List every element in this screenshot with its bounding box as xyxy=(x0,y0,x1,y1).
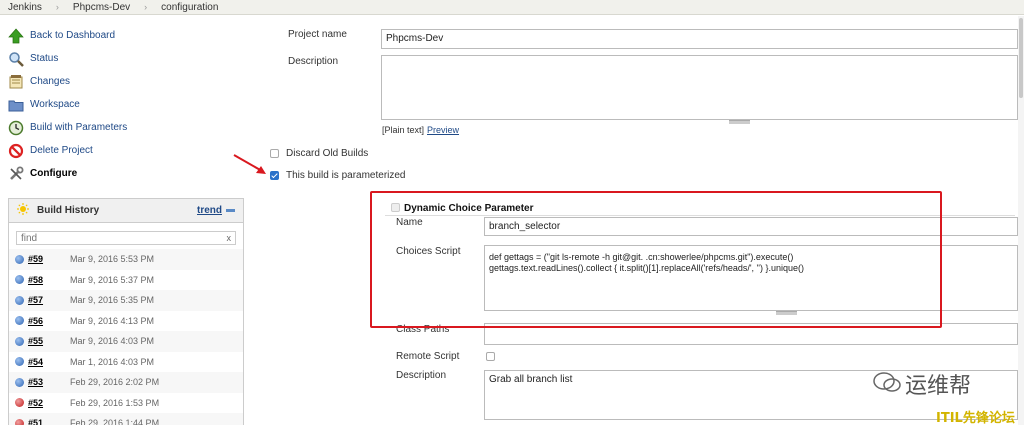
sidebar-item-label[interactable]: Workspace xyxy=(30,99,80,110)
sidebar-item-label[interactable]: Back to Dashboard xyxy=(30,30,115,41)
build-number-link[interactable]: #57 xyxy=(28,295,70,305)
breadcrumb-configuration[interactable]: configuration xyxy=(161,2,218,13)
breadcrumb: Jenkins › Phpcms-Dev › configuration xyxy=(0,0,1024,15)
build-date[interactable]: Mar 9, 2016 4:03 PM xyxy=(70,336,154,346)
description-label: Description xyxy=(288,56,339,67)
table-row: #57 Mar 9, 2016 5:35 PM xyxy=(9,290,243,311)
sidebar-item-delete-project[interactable]: Delete Project xyxy=(8,139,248,162)
build-date[interactable]: Mar 1, 2016 4:03 PM xyxy=(70,357,154,367)
build-number-link[interactable]: #55 xyxy=(28,336,70,346)
build-history-widget: Build History trend x #59Mar 9, 2016 5:5… xyxy=(8,198,244,425)
trend-link[interactable]: trend xyxy=(197,205,222,216)
plain-text-label: [Plain text] xyxy=(382,125,425,135)
build-status-ball-icon xyxy=(15,254,24,264)
table-row: #54 Mar 1, 2016 4:03 PM xyxy=(9,352,243,373)
build-history-header: Build History trend xyxy=(9,199,243,223)
build-number-link[interactable]: #59 xyxy=(28,254,70,264)
build-date[interactable]: Mar 9, 2016 5:35 PM xyxy=(70,295,154,305)
sidebar-item-workspace[interactable]: Workspace xyxy=(8,93,248,116)
search-icon xyxy=(8,51,24,67)
build-date[interactable]: Mar 9, 2016 5:37 PM xyxy=(70,275,154,285)
up-arrow-icon xyxy=(8,27,24,44)
build-list: #59 Mar 9, 2016 5:53 PM #58 Mar 9, 2016 5:3… xyxy=(9,249,243,425)
watermark-brand: 运维帮 xyxy=(905,374,972,399)
sidebar-item-label[interactable]: Build with Parameters xyxy=(30,122,127,133)
textarea-resize-handle[interactable] xyxy=(729,120,750,124)
remote-script-label: Remote Script xyxy=(396,351,460,362)
preview-link[interactable]: Preview xyxy=(427,125,459,135)
build-status-ball-icon xyxy=(15,316,24,326)
wechat-icon xyxy=(872,370,902,397)
build-number-link[interactable]: #51 xyxy=(28,418,70,425)
build-number-link[interactable]: #56 xyxy=(28,316,70,326)
wrench-icon xyxy=(8,166,24,182)
build-status-ball-icon xyxy=(15,418,24,425)
table-row: #58 Mar 9, 2016 5:37 PM xyxy=(9,270,243,291)
project-name-input[interactable]: Phpcms-Dev xyxy=(381,29,1018,49)
build-status-ball-icon xyxy=(15,357,24,367)
sidebar-item-label[interactable]: Changes xyxy=(30,76,70,87)
sun-icon xyxy=(17,203,29,218)
build-date[interactable]: Feb 29, 2016 1:44 PM xyxy=(70,418,159,425)
build-number-link[interactable]: #58 xyxy=(28,275,70,285)
sidebar-tasks: Back to Dashboard Status Changes Workspa… xyxy=(8,24,248,185)
sidebar-item-label[interactable]: Delete Project xyxy=(30,145,93,156)
table-row: #56 Mar 9, 2016 4:13 PM xyxy=(9,311,243,332)
scrollbar-thumb[interactable] xyxy=(1019,18,1023,98)
clock-icon xyxy=(8,120,24,136)
description-textarea[interactable] xyxy=(381,55,1018,120)
table-row: #52 Feb 29, 2016 1:53 PM xyxy=(9,393,243,414)
build-number-link[interactable]: #52 xyxy=(28,398,70,408)
jenkins-config-page: Jenkins › Phpcms-Dev › configuration Bac… xyxy=(0,0,1024,425)
sidebar-item-changes[interactable]: Changes xyxy=(8,70,248,93)
sidebar-item-label[interactable]: Configure xyxy=(30,168,77,179)
param-description-label: Description xyxy=(396,370,447,381)
table-row: #55 Mar 9, 2016 4:03 PM xyxy=(9,331,243,352)
build-status-ball-icon xyxy=(15,398,24,408)
table-row: #51 Feb 29, 2016 1:44 PM xyxy=(9,413,243,425)
project-name-label: Project name xyxy=(288,29,347,40)
build-filter-input[interactable] xyxy=(21,232,227,244)
build-date[interactable]: Mar 9, 2016 5:53 PM xyxy=(70,254,154,264)
build-date[interactable]: Feb 29, 2016 2:02 PM xyxy=(70,377,159,387)
build-date[interactable]: Feb 29, 2016 1:53 PM xyxy=(70,398,159,408)
build-status-ball-icon xyxy=(15,295,24,305)
highlight-box-annotation xyxy=(370,191,942,328)
chevron-right-icon: › xyxy=(55,2,59,12)
chevron-right-icon: › xyxy=(144,2,148,12)
clear-filter-icon[interactable]: x xyxy=(227,233,232,243)
sidebar-item-build-with-parameters[interactable]: Build with Parameters xyxy=(8,116,248,139)
sidebar-item-configure[interactable]: Configure xyxy=(8,162,248,185)
discard-old-builds-label: Discard Old Builds xyxy=(286,148,369,159)
build-number-link[interactable]: #54 xyxy=(28,357,70,367)
red-arrow-annotation xyxy=(233,154,266,174)
breadcrumb-jenkins[interactable]: Jenkins xyxy=(8,2,42,13)
sidebar-item-back-to-dashboard[interactable]: Back to Dashboard xyxy=(8,24,248,47)
build-number-link[interactable]: #53 xyxy=(28,377,70,387)
breadcrumb-project[interactable]: Phpcms-Dev xyxy=(73,2,130,13)
build-filter: x xyxy=(16,231,236,245)
sidebar-item-label[interactable]: Status xyxy=(30,53,58,64)
parameterized-label: This build is parameterized xyxy=(286,170,406,181)
watermark-forum: ITIL先锋论坛 xyxy=(936,411,1015,425)
trend-icon[interactable] xyxy=(226,209,235,212)
build-history-title: Build History xyxy=(37,205,100,216)
notepad-icon xyxy=(8,74,24,90)
remote-script-checkbox[interactable] xyxy=(486,352,495,361)
build-status-ball-icon xyxy=(15,336,24,346)
folder-icon xyxy=(8,97,24,113)
build-date[interactable]: Mar 9, 2016 4:13 PM xyxy=(70,316,154,326)
no-icon xyxy=(8,143,24,159)
parameterized-checkbox[interactable] xyxy=(270,171,279,180)
sidebar-item-status[interactable]: Status xyxy=(8,47,248,70)
build-status-ball-icon xyxy=(15,377,24,387)
table-row: #53 Feb 29, 2016 2:02 PM xyxy=(9,372,243,393)
table-row: #59 Mar 9, 2016 5:53 PM xyxy=(9,249,243,270)
build-status-ball-icon xyxy=(15,275,24,285)
